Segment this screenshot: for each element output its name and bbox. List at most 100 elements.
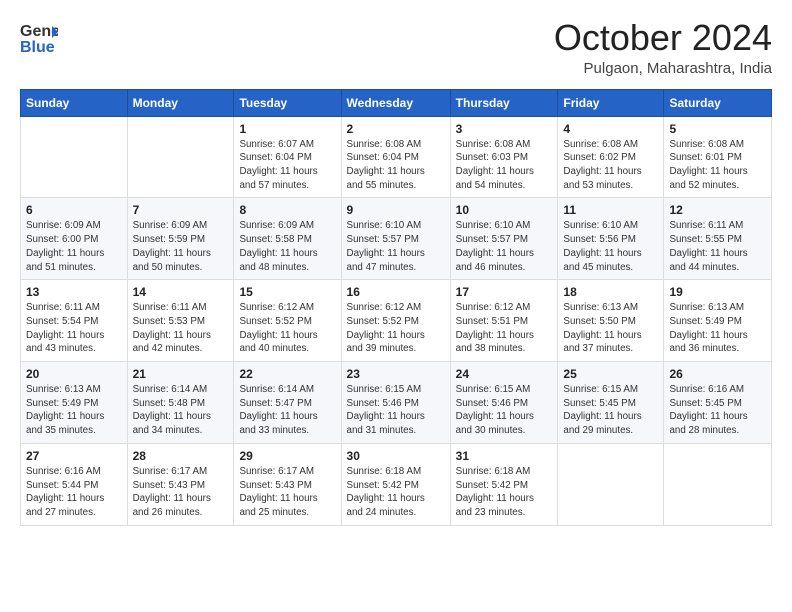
page: General Blue October 2024 Pulgaon, Mahar… <box>0 0 792 536</box>
calendar-cell: 12 Sunrise: 6:11 AM Sunset: 5:55 PM Dayli… <box>664 198 772 280</box>
day-number: 30 <box>347 449 445 463</box>
day-number: 31 <box>456 449 553 463</box>
calendar-cell: 14 Sunrise: 6:11 AM Sunset: 5:53 PM Dayli… <box>127 280 234 362</box>
header-thursday: Thursday <box>450 89 558 116</box>
calendar-cell: 2 Sunrise: 6:08 AM Sunset: 6:04 PM Daylig… <box>341 116 450 198</box>
calendar-cell: 23Sunrise: 6:15 AM Sunset: 5:46 PM Dayli… <box>341 362 450 444</box>
calendar-cell <box>664 443 772 525</box>
day-number: 26 <box>669 367 766 381</box>
calendar-cell <box>558 443 664 525</box>
day-info: Sunrise: 6:17 AM Sunset: 5:43 PM Dayligh… <box>239 465 335 520</box>
calendar-row: 13Sunrise: 6:11 AM Sunset: 5:54 PM Dayli… <box>21 280 772 362</box>
calendar-cell <box>21 116 128 198</box>
title-area: October 2024 Pulgaon, Maharashtra, India <box>554 18 772 77</box>
day-info: Sunrise: 6:10 AM Sunset: 5:57 PM Dayligh… <box>347 219 445 274</box>
day-info: Sunrise: 6:11 AM Sunset: 5:55 PM Dayligh… <box>669 219 766 274</box>
day-info: Sunrise: 6:13 AM Sunset: 5:49 PM Dayligh… <box>26 383 122 438</box>
day-info: Sunrise: 6:12 AM Sunset: 5:52 PM Dayligh… <box>239 301 335 356</box>
day-info: Sunrise: 6:09 AM Sunset: 5:59 PM Dayligh… <box>133 219 229 274</box>
day-number: 25 <box>563 367 658 381</box>
svg-text:Blue: Blue <box>20 39 55 56</box>
calendar-row: 20 Sunrise: 6:13 AM Sunset: 5:49 PM Dayli… <box>21 362 772 444</box>
day-info: Sunrise: 6:09 AM Sunset: 6:00 PM Dayligh… <box>26 219 122 274</box>
header-saturday: Saturday <box>664 89 772 116</box>
header: General Blue October 2024 Pulgaon, Mahar… <box>20 18 772 77</box>
calendar-cell: 17 Sunrise: 6:12 AM Sunset: 5:51 PM Dayli… <box>450 280 558 362</box>
header-wednesday: Wednesday <box>341 89 450 116</box>
day-number: 27 <box>26 449 122 463</box>
day-number: 14 <box>133 285 229 299</box>
day-number: 19 <box>669 285 766 299</box>
header-friday: Friday <box>558 89 664 116</box>
calendar-cell: 30 Sunrise: 6:18 AM Sunset: 5:42 PM Dayli… <box>341 443 450 525</box>
calendar-cell <box>127 116 234 198</box>
calendar-cell: 11Sunrise: 6:10 AM Sunset: 5:56 PM Dayli… <box>558 198 664 280</box>
month-title: October 2024 <box>554 18 772 58</box>
calendar-cell: 4 Sunrise: 6:08 AM Sunset: 6:02 PM Daylig… <box>558 116 664 198</box>
calendar-cell: 21Sunrise: 6:14 AM Sunset: 5:48 PM Dayli… <box>127 362 234 444</box>
calendar-cell: 29 Sunrise: 6:17 AM Sunset: 5:43 PM Dayli… <box>234 443 341 525</box>
day-info: Sunrise: 6:14 AM Sunset: 5:48 PM Dayligh… <box>133 383 229 438</box>
calendar-cell: 22 Sunrise: 6:14 AM Sunset: 5:47 PM Dayli… <box>234 362 341 444</box>
day-info: Sunrise: 6:17 AM Sunset: 5:43 PM Dayligh… <box>133 465 229 520</box>
calendar-cell: 15 Sunrise: 6:12 AM Sunset: 5:52 PM Dayli… <box>234 280 341 362</box>
location: Pulgaon, Maharashtra, India <box>554 60 772 77</box>
calendar-cell: 6Sunrise: 6:09 AM Sunset: 6:00 PM Daylig… <box>21 198 128 280</box>
day-number: 10 <box>456 203 553 217</box>
day-info: Sunrise: 6:12 AM Sunset: 5:51 PM Dayligh… <box>456 301 553 356</box>
calendar-cell: 18 Sunrise: 6:13 AM Sunset: 5:50 PM Dayli… <box>558 280 664 362</box>
calendar-row: 6Sunrise: 6:09 AM Sunset: 6:00 PM Daylig… <box>21 198 772 280</box>
day-number: 29 <box>239 449 335 463</box>
calendar-cell: 31Sunrise: 6:18 AM Sunset: 5:42 PM Dayli… <box>450 443 558 525</box>
day-info: Sunrise: 6:14 AM Sunset: 5:47 PM Dayligh… <box>239 383 335 438</box>
day-number: 1 <box>239 122 335 136</box>
day-info: Sunrise: 6:16 AM Sunset: 5:44 PM Dayligh… <box>26 465 122 520</box>
day-number: 8 <box>239 203 335 217</box>
day-number: 24 <box>456 367 553 381</box>
calendar-cell: 1 Sunrise: 6:07 AM Sunset: 6:04 PM Daylig… <box>234 116 341 198</box>
calendar-cell: 25 Sunrise: 6:15 AM Sunset: 5:45 PM Dayli… <box>558 362 664 444</box>
calendar-row: 27 Sunrise: 6:16 AM Sunset: 5:44 PM Dayli… <box>21 443 772 525</box>
day-number: 23 <box>347 367 445 381</box>
calendar-row: 1 Sunrise: 6:07 AM Sunset: 6:04 PM Daylig… <box>21 116 772 198</box>
calendar-cell: 7 Sunrise: 6:09 AM Sunset: 5:59 PM Daylig… <box>127 198 234 280</box>
calendar-cell: 16Sunrise: 6:12 AM Sunset: 5:52 PM Dayli… <box>341 280 450 362</box>
day-info: Sunrise: 6:16 AM Sunset: 5:45 PM Dayligh… <box>669 383 766 438</box>
day-info: Sunrise: 6:11 AM Sunset: 5:53 PM Dayligh… <box>133 301 229 356</box>
calendar-cell: 13Sunrise: 6:11 AM Sunset: 5:54 PM Dayli… <box>21 280 128 362</box>
header-sunday: Sunday <box>21 89 128 116</box>
day-number: 9 <box>347 203 445 217</box>
day-number: 4 <box>563 122 658 136</box>
day-number: 17 <box>456 285 553 299</box>
header-row: Sunday Monday Tuesday Wednesday Thursday… <box>21 89 772 116</box>
day-number: 13 <box>26 285 122 299</box>
day-info: Sunrise: 6:08 AM Sunset: 6:03 PM Dayligh… <box>456 138 553 193</box>
day-info: Sunrise: 6:07 AM Sunset: 6:04 PM Dayligh… <box>239 138 335 193</box>
day-info: Sunrise: 6:15 AM Sunset: 5:45 PM Dayligh… <box>563 383 658 438</box>
calendar-table: Sunday Monday Tuesday Wednesday Thursday… <box>20 89 772 526</box>
day-number: 3 <box>456 122 553 136</box>
calendar-cell: 20 Sunrise: 6:13 AM Sunset: 5:49 PM Dayli… <box>21 362 128 444</box>
day-info: Sunrise: 6:13 AM Sunset: 5:50 PM Dayligh… <box>563 301 658 356</box>
day-number: 22 <box>239 367 335 381</box>
day-info: Sunrise: 6:08 AM Sunset: 6:04 PM Dayligh… <box>347 138 445 193</box>
day-info: Sunrise: 6:12 AM Sunset: 5:52 PM Dayligh… <box>347 301 445 356</box>
header-monday: Monday <box>127 89 234 116</box>
logo: General Blue <box>20 18 58 65</box>
calendar-cell: 27 Sunrise: 6:16 AM Sunset: 5:44 PM Dayli… <box>21 443 128 525</box>
day-info: Sunrise: 6:08 AM Sunset: 6:02 PM Dayligh… <box>563 138 658 193</box>
day-info: Sunrise: 6:18 AM Sunset: 5:42 PM Dayligh… <box>347 465 445 520</box>
day-number: 18 <box>563 285 658 299</box>
day-number: 20 <box>26 367 122 381</box>
day-number: 11 <box>563 203 658 217</box>
day-number: 15 <box>239 285 335 299</box>
day-info: Sunrise: 6:10 AM Sunset: 5:57 PM Dayligh… <box>456 219 553 274</box>
day-info: Sunrise: 6:09 AM Sunset: 5:58 PM Dayligh… <box>239 219 335 274</box>
calendar-cell: 8 Sunrise: 6:09 AM Sunset: 5:58 PM Daylig… <box>234 198 341 280</box>
calendar-cell: 24Sunrise: 6:15 AM Sunset: 5:46 PM Dayli… <box>450 362 558 444</box>
day-number: 12 <box>669 203 766 217</box>
day-number: 2 <box>347 122 445 136</box>
day-number: 7 <box>133 203 229 217</box>
calendar-cell: 10 Sunrise: 6:10 AM Sunset: 5:57 PM Dayli… <box>450 198 558 280</box>
logo-icon: General Blue <box>20 18 58 60</box>
